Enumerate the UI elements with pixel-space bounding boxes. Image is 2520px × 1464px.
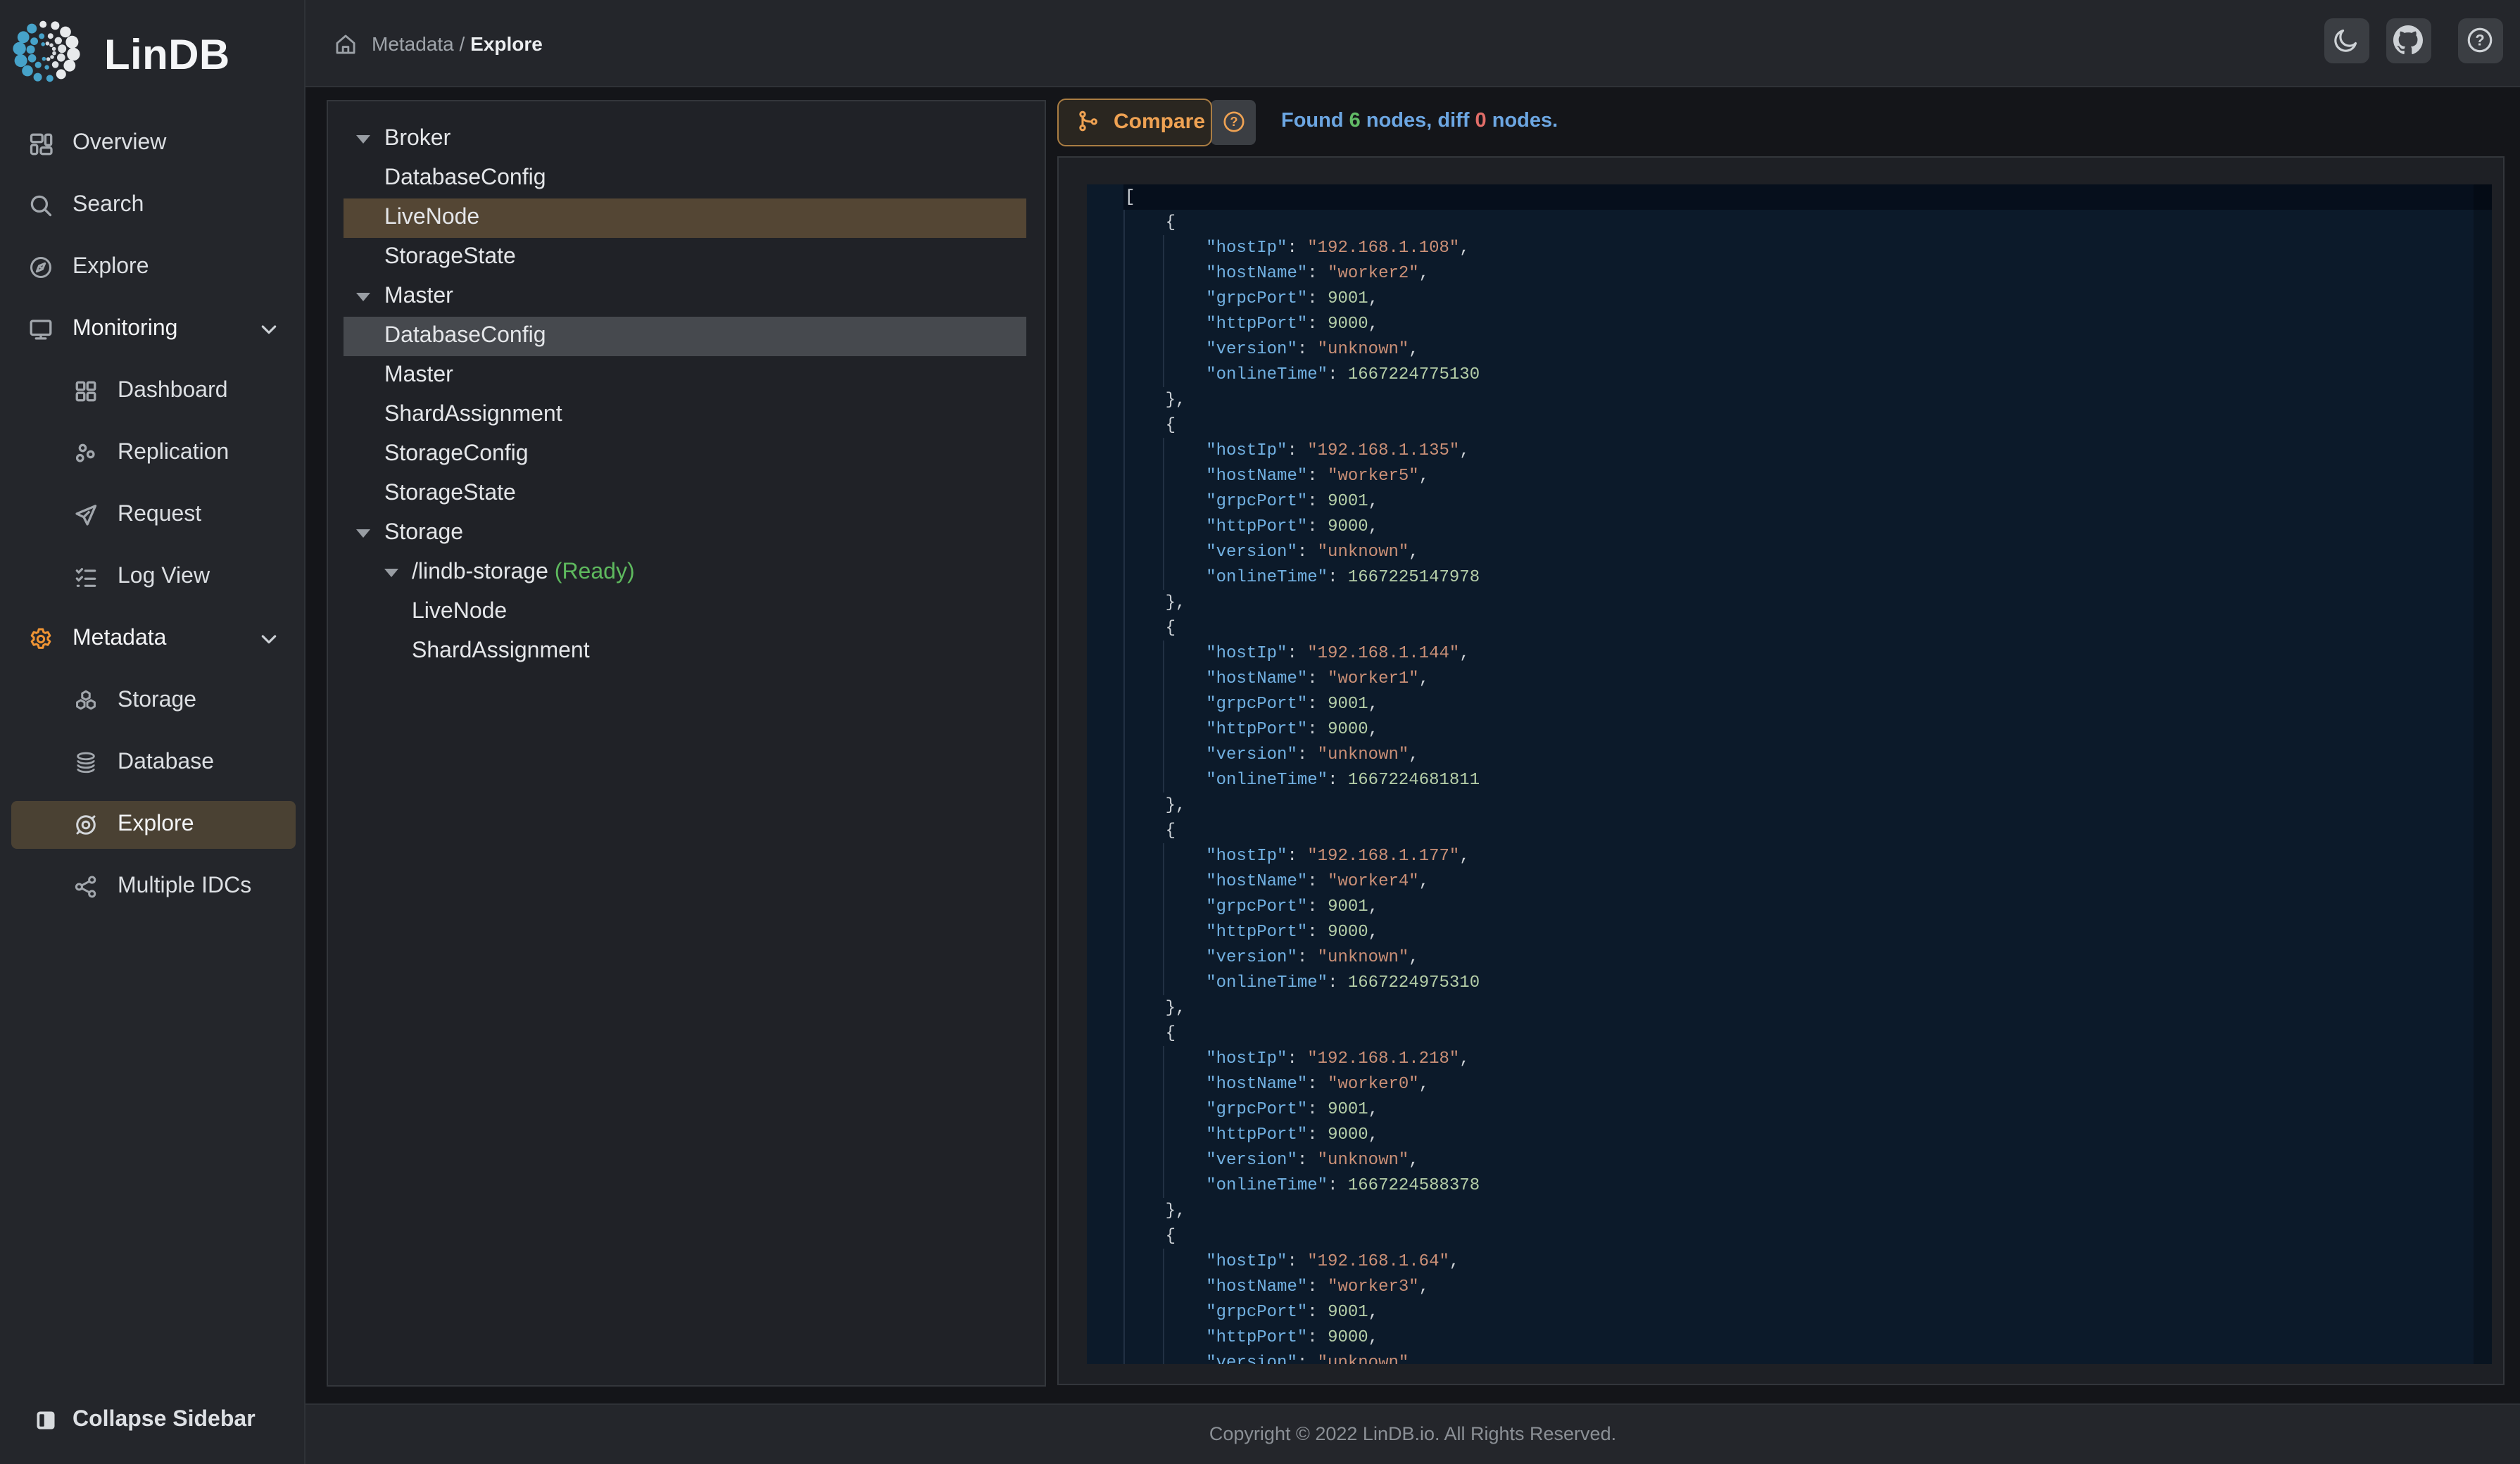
svg-text:?: ? (2475, 31, 2484, 49)
svg-text:?: ? (1229, 114, 1237, 129)
